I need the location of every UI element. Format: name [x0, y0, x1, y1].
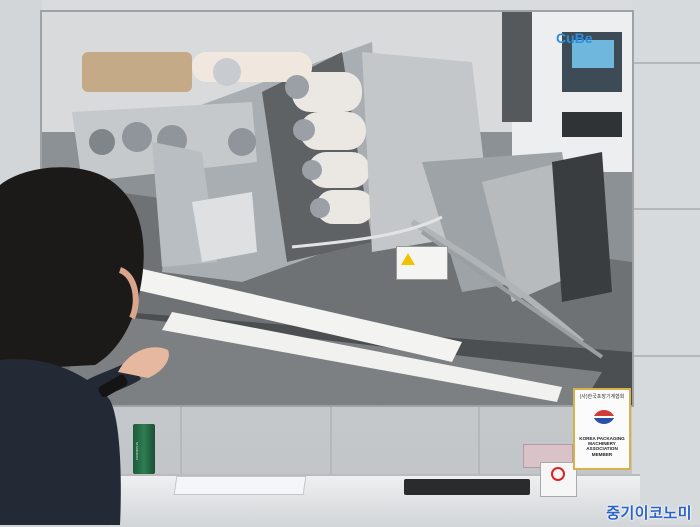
cup-label: STARBUCKS	[135, 442, 139, 461]
no-touch-sign	[540, 462, 577, 497]
display-screen	[42, 12, 632, 405]
warning-triangle-icon	[401, 253, 415, 265]
caution-label	[396, 246, 448, 280]
association-logo-icon	[594, 410, 614, 424]
wall-seam	[0, 0, 42, 525]
badge-title: (사)한국포장기계협회	[579, 394, 625, 400]
wall-seam	[632, 208, 700, 210]
watermark: 중기이코노미	[606, 505, 692, 522]
wall-seam	[478, 405, 480, 475]
wall-seam	[632, 0, 700, 525]
association-badge: (사)한국포장기계협회 KOREA PACKAGING MACHINERY AS…	[573, 388, 631, 470]
coffee-cup: STARBUCKS	[133, 424, 155, 474]
prohibition-icon	[551, 467, 565, 481]
machine-video-frame	[42, 12, 632, 405]
screen-logo: CuBe	[556, 30, 593, 46]
brochures	[173, 476, 307, 495]
wall-seam	[180, 405, 182, 475]
wall-seam	[632, 62, 700, 64]
badge-text: KOREA PACKAGING MACHINERY ASSOCIATION ME…	[579, 436, 625, 457]
sample-tray	[404, 479, 530, 495]
wall-seam	[330, 405, 332, 475]
wall-seam	[632, 355, 700, 357]
